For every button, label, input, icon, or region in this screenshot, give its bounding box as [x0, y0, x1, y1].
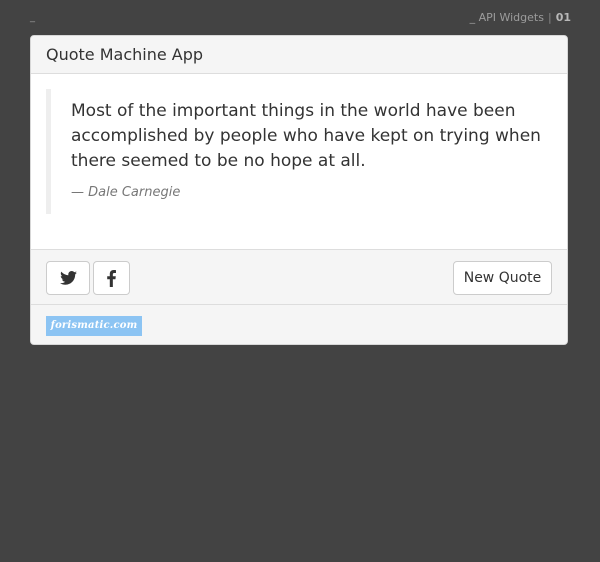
quote-author: — Dale Carnegie — [71, 185, 181, 200]
widget-number: 01 — [555, 11, 571, 24]
quote-text: Most of the important things in the worl… — [71, 101, 541, 171]
panel-heading: Quote Machine App — [31, 36, 567, 74]
quote-blockquote: Most of the important things in the worl… — [46, 89, 552, 214]
panel-footer: New Quote — [31, 249, 567, 305]
tweet-button[interactable] — [46, 261, 90, 295]
credits-area: forismatic.com — [31, 305, 567, 344]
app-title: Quote Machine App — [46, 45, 204, 64]
api-widgets-label: _ API Widgets | 01 — [470, 11, 571, 25]
facebook-share-button[interactable] — [93, 261, 130, 295]
page: _ _ API Widgets | 01 Quote Machine App Mos… — [0, 0, 600, 562]
twitter-icon — [59, 271, 77, 285]
facebook-icon — [107, 269, 116, 287]
brand-prefix: _ API Widgets — [469, 11, 544, 24]
top-left-dash: _ — [30, 12, 35, 23]
forismatic-logo[interactable]: forismatic.com — [46, 316, 142, 336]
new-quote-button[interactable]: New Quote — [453, 261, 552, 295]
panel-body: Most of the important things in the worl… — [31, 74, 567, 249]
header-separator: | — [547, 11, 552, 24]
quote-machine-panel: Quote Machine App Most of the important … — [30, 35, 568, 345]
